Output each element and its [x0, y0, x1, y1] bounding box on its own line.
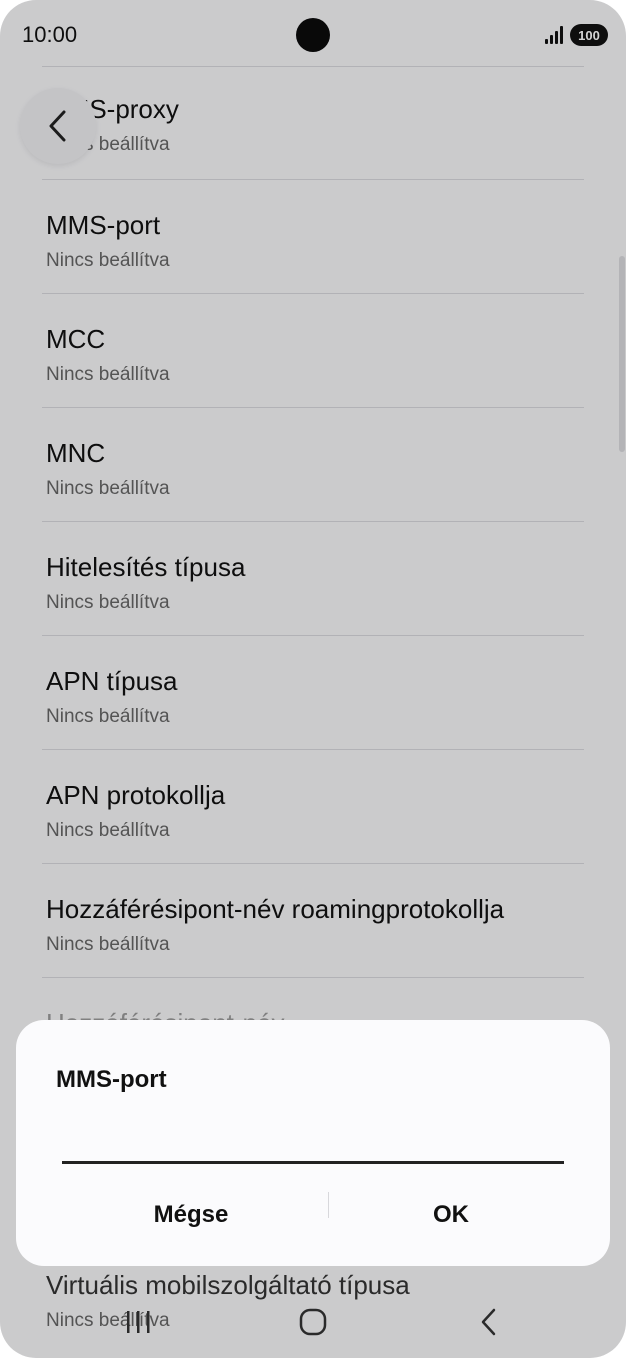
mms-port-dialog: MMS-port Mégse OK	[16, 1020, 610, 1266]
cancel-button[interactable]: Mégse	[56, 1180, 326, 1250]
ok-button[interactable]: OK	[316, 1180, 586, 1250]
mms-port-input[interactable]	[62, 1120, 564, 1164]
screen: 10:00 100 MMS-proxy Nincs beállítva MMS-…	[0, 0, 626, 1358]
dialog-title: MMS-port	[56, 1066, 167, 1093]
